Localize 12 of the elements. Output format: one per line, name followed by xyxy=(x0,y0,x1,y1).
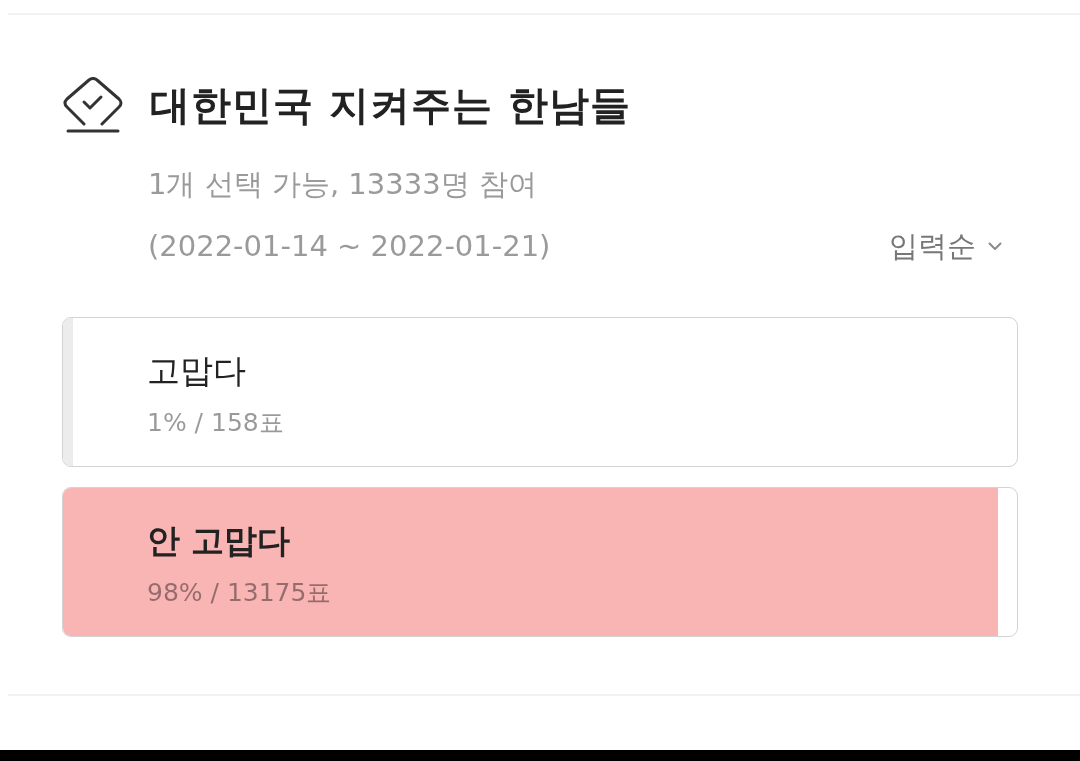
option-result: 98% / 13175표 xyxy=(147,577,332,609)
poll-option[interactable]: 고맙다 1% / 158표 xyxy=(62,317,1018,467)
poll-option[interactable]: 안 고맙다 98% / 13175표 xyxy=(62,487,1018,637)
option-result: 1% / 158표 xyxy=(147,407,284,439)
chevron-down-icon xyxy=(988,241,1002,251)
option-label: 고맙다 xyxy=(147,350,246,392)
ballot-check-icon xyxy=(62,77,124,133)
poll-period: (2022-01-14 ~ 2022-01-21) xyxy=(148,228,551,265)
option-label: 안 고맙다 xyxy=(147,520,291,562)
poll-summary: 1개 선택 가능, 13333명 참여 xyxy=(148,166,538,203)
sort-dropdown[interactable]: 입력순 xyxy=(889,225,1002,267)
poll-title: 대한민국 지켜주는 한남들 xyxy=(150,81,631,130)
